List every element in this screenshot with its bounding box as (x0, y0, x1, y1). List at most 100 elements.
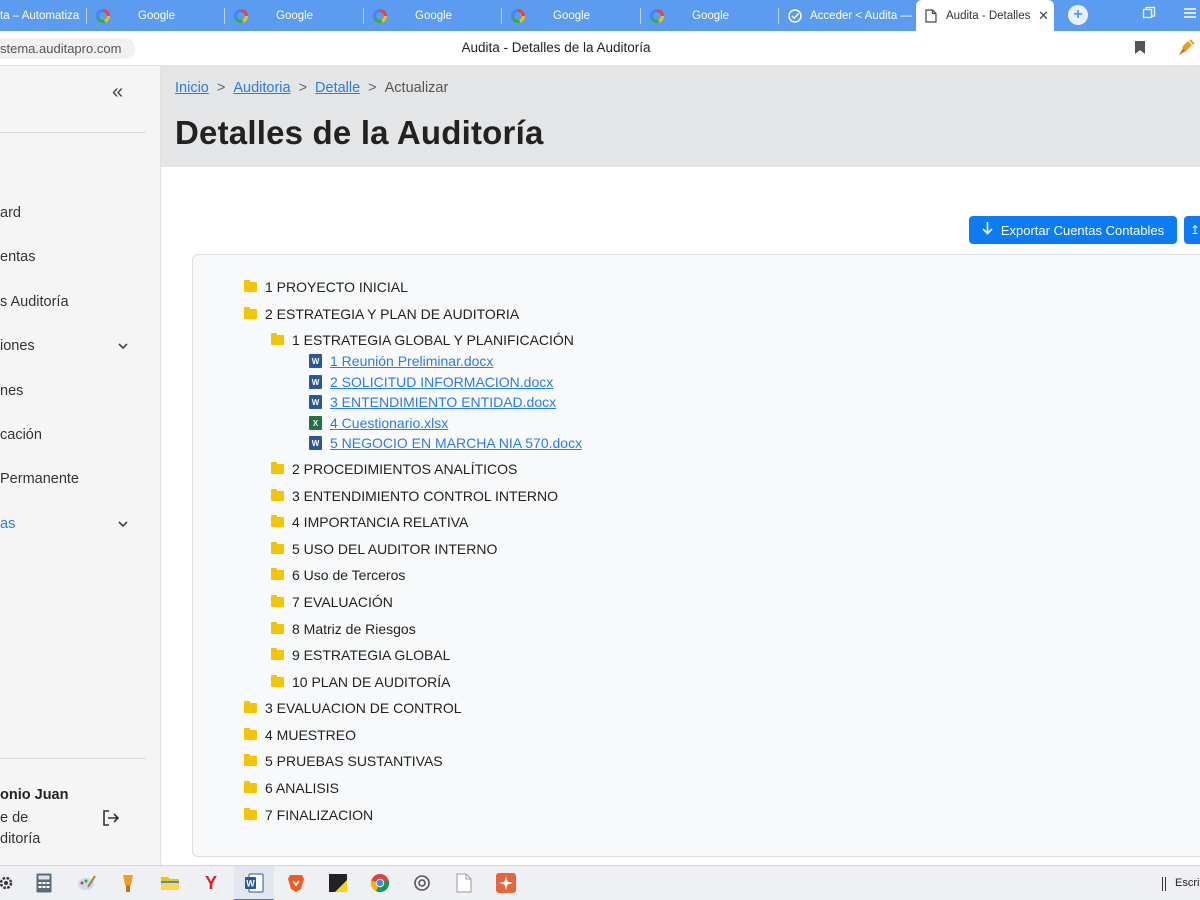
word-app-icon[interactable]: W (244, 873, 264, 893)
browser-tab[interactable]: Google (88, 0, 222, 31)
user-role-line: e de (0, 810, 29, 826)
close-icon[interactable]: ✕ (1038, 8, 1049, 24)
settings-gear-icon[interactable] (0, 873, 16, 893)
yandex-browser-icon[interactable]: Y (201, 873, 221, 893)
secondary-action-button[interactable]: ↥ (1184, 216, 1200, 244)
snipping-tool-icon[interactable] (496, 873, 516, 893)
taskbar-search-text[interactable]: Escrit (1175, 877, 1200, 889)
tree-folder-label: 4 IMPORTANCIA RELATIVA (292, 514, 469, 530)
tree-folder-label: 5 USO DEL AUDITOR INTERNO (292, 541, 498, 557)
svg-text:W: W (246, 879, 255, 889)
sidebar-item-configuraciones[interactable]: iones (0, 334, 146, 358)
tree-folder[interactable]: 6 ANALISIS (244, 780, 339, 796)
tab-search-icon[interactable] (1142, 6, 1156, 23)
folder-icon (244, 781, 257, 793)
calculator-icon[interactable] (34, 873, 54, 893)
tree-folder[interactable]: 2 PROCEDIMIENTOS ANALÍTICOS (271, 461, 517, 477)
sidebar-item-opciones[interactable]: nes (0, 379, 146, 403)
tab-title: Google (138, 9, 176, 22)
tree-folder[interactable]: 4 IMPORTANCIA RELATIVA (271, 514, 468, 530)
menu-icon[interactable] (1184, 6, 1196, 23)
tree-folder[interactable]: 1 ESTRATEGIA GLOBAL Y PLANIFICACIÓN (271, 332, 574, 348)
pen-tool-icon[interactable] (118, 873, 138, 893)
user-name: onio Juan (0, 787, 69, 803)
file-link[interactable]: 1 Reunión Preliminar.docx (330, 353, 493, 369)
folder-icon (271, 675, 284, 687)
bookmark-icon[interactable] (1135, 41, 1145, 54)
tree-file[interactable]: W 1 Reunión Preliminar.docx (309, 353, 493, 369)
folder-icon (271, 462, 284, 474)
chrome-browser-icon[interactable] (370, 873, 390, 893)
sticky-notes-icon[interactable] (328, 873, 348, 893)
tree-folder[interactable]: 10 PLAN DE AUDITORÍA (271, 674, 450, 690)
openai-app-icon[interactable] (412, 873, 432, 893)
paint-icon[interactable] (76, 873, 96, 893)
chevron-down-icon (118, 343, 128, 350)
breadcrumb-detalle[interactable]: Detalle (315, 80, 360, 96)
sidebar-item-label: cación (0, 427, 42, 443)
tree-folder[interactable]: 5 USO DEL AUDITOR INTERNO (271, 541, 497, 557)
tree-folder-label: 7 FINALIZACION (265, 807, 374, 823)
browser-tab[interactable]: Google (642, 0, 776, 31)
browser-tab[interactable]: Google (365, 0, 501, 31)
tree-folder[interactable]: 3 ENTENDIMIENTO CONTROL INTERNO (271, 488, 558, 504)
tab-separator (501, 8, 502, 24)
brave-browser-icon[interactable] (286, 873, 306, 893)
tree-folder-label: 1 ESTRATEGIA GLOBAL Y PLANIFICACIÓN (292, 332, 574, 348)
breadcrumb-inicio[interactable]: Inicio (175, 80, 209, 96)
tab-separator (224, 8, 225, 24)
export-accounts-button[interactable]: Exportar Cuentas Contables (969, 216, 1177, 244)
file-link[interactable]: 2 SOLICITUD INFORMACION.docx (330, 374, 553, 390)
tree-file[interactable]: W 3 ENTENDIMIENTO ENTIDAD.docx (309, 394, 556, 410)
folder-icon (271, 542, 284, 554)
tree-folder[interactable]: 8 Matriz de Riesgos (271, 621, 416, 637)
browser-tab-active[interactable]: Audita - Detalles ✕ (916, 0, 1054, 31)
excel-file-icon: X (309, 416, 322, 430)
tree-folder-label: 3 EVALUACION DE CONTROL (265, 700, 462, 716)
taskbar-divider (1162, 877, 1166, 891)
browser-tab[interactable]: Acceder < Audita — (780, 0, 912, 31)
sidebar-item-auditorias[interactable]: s Auditoría (0, 290, 146, 314)
logout-icon[interactable] (101, 808, 121, 828)
new-tab-icon[interactable]: + (1068, 5, 1088, 25)
tree-folder[interactable]: 7 EVALUACIÓN (271, 594, 393, 610)
breadcrumb: Inicio > Auditoria > Detalle > Actualiza… (175, 80, 448, 96)
file-explorer-icon[interactable] (160, 873, 180, 893)
tree-folder[interactable]: 7 FINALIZACION (244, 807, 373, 823)
sidebar-item-planificacion[interactable]: cación (0, 423, 146, 447)
folder-icon (244, 728, 257, 740)
sidebar-item-cuentas[interactable]: entas (0, 245, 146, 269)
file-link[interactable]: 5 NEGOCIO EN MARCHA NIA 570.docx (330, 435, 582, 451)
tab-title: Google (276, 9, 314, 22)
tab-title: Google (692, 9, 730, 22)
tree-folder[interactable]: 4 MUESTREO (244, 727, 356, 743)
sidebar-item-active[interactable]: as (0, 512, 146, 536)
browser-tab[interactable]: ta – Automatiza (0, 0, 84, 31)
breadcrumb-auditoria[interactable]: Auditoria (233, 80, 290, 96)
tree-folder[interactable]: 6 Uso de Terceros (271, 567, 405, 583)
collapse-sidebar-icon[interactable]: « (112, 82, 123, 102)
tree-folder[interactable]: 1 PROYECTO INICIAL (244, 279, 408, 295)
tree-folder[interactable]: 9 ESTRATEGIA GLOBAL (271, 647, 450, 663)
file-link[interactable]: 3 ENTENDIMIENTO ENTIDAD.docx (330, 394, 556, 410)
download-arrow-icon (982, 222, 993, 238)
check-circle-icon (788, 8, 802, 23)
browser-tab[interactable]: Google (226, 0, 362, 31)
sidebar-item-archivo-permanente[interactable]: Permanente (0, 467, 146, 491)
sidebar-item-label: entas (0, 249, 36, 265)
tab-separator (363, 8, 364, 24)
blank-document-icon[interactable] (454, 873, 474, 893)
tree-folder[interactable]: 5 PRUEBAS SUSTANTIVAS (244, 753, 443, 769)
tree-file[interactable]: X 4 Cuestionario.xlsx (309, 415, 448, 431)
file-link[interactable]: 4 Cuestionario.xlsx (330, 415, 448, 431)
breadcrumb-separator: > (216, 80, 226, 96)
browser-tab[interactable]: Google (503, 0, 639, 31)
tree-file[interactable]: W 5 NEGOCIO EN MARCHA NIA 570.docx (309, 435, 582, 451)
tree-file[interactable]: W 2 SOLICITUD INFORMACION.docx (309, 374, 553, 390)
tree-folder[interactable]: 2 ESTRATEGIA Y PLAN DE AUDITORIA (244, 306, 519, 322)
tree-folder[interactable]: 3 EVALUACION DE CONTROL (244, 700, 462, 716)
cleaner-icon[interactable] (1176, 38, 1196, 58)
page-header: Inicio > Auditoria > Detalle > Actualiza… (161, 66, 1200, 167)
sidebar-item-dashboard[interactable]: ard (0, 201, 146, 225)
tab-separator (86, 8, 87, 24)
